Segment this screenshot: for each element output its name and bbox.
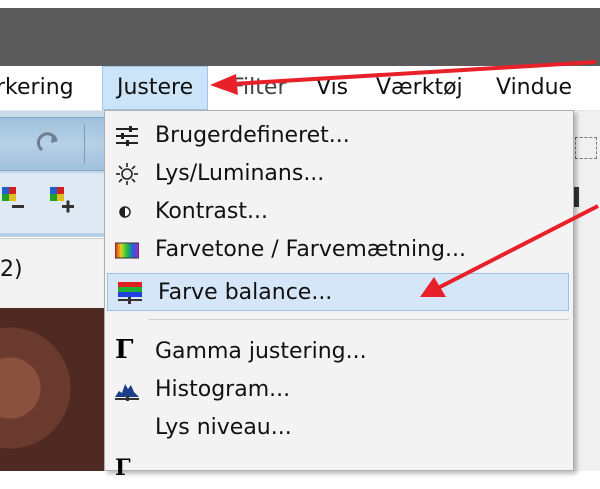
annotation-arrows bbox=[210, 60, 599, 297]
annotation-arrow-item bbox=[420, 204, 599, 297]
annotation-arrow-menu bbox=[210, 60, 597, 95]
